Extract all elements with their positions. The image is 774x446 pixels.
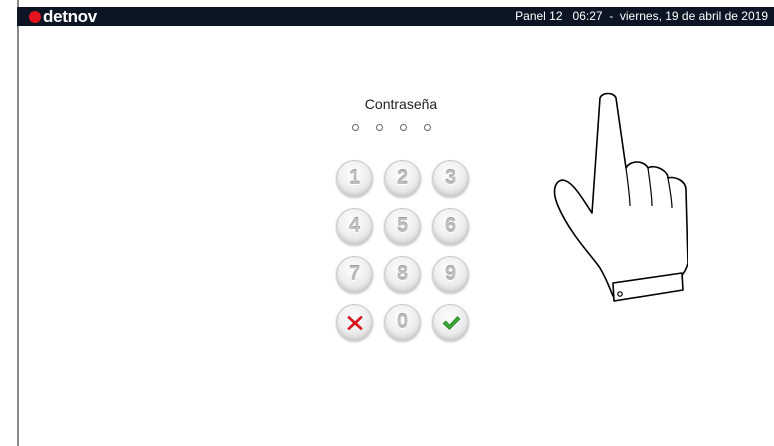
key-8[interactable]: 8 <box>384 256 421 293</box>
pin-indicator <box>352 124 431 131</box>
key-label: 8 <box>396 263 409 285</box>
key-label: 2 <box>396 167 409 189</box>
pin-dot <box>376 124 383 131</box>
confirm-key[interactable] <box>432 304 469 341</box>
key-1[interactable]: 1 <box>336 160 373 197</box>
x-icon <box>346 315 363 330</box>
key-label: 7 <box>348 263 361 285</box>
key-2[interactable]: 2 <box>384 160 421 197</box>
logo-dot-icon <box>29 10 41 23</box>
key-label: 9 <box>444 263 457 285</box>
app-window: detnov Panel 12 06:27 - viernes, 19 de a… <box>0 0 774 446</box>
pin-dot <box>352 124 359 131</box>
key-4[interactable]: 4 <box>336 208 373 245</box>
window-border <box>17 0 19 446</box>
pointing-hand-icon <box>553 92 688 302</box>
key-6[interactable]: 6 <box>432 208 469 245</box>
key-label: 3 <box>444 167 457 189</box>
brand-logo: detnov <box>29 7 97 26</box>
key-label: 1 <box>348 167 361 189</box>
key-label: 5 <box>396 215 409 237</box>
pin-dot <box>400 124 407 131</box>
pin-dot <box>424 124 431 131</box>
password-title: Contraseña <box>364 96 438 112</box>
checkmark-icon <box>442 315 460 330</box>
header-bar: detnov Panel 12 06:27 - viernes, 19 de a… <box>17 7 774 26</box>
key-label: 6 <box>444 215 457 237</box>
key-3[interactable]: 3 <box>432 160 469 197</box>
key-7[interactable]: 7 <box>336 256 373 293</box>
key-9[interactable]: 9 <box>432 256 469 293</box>
key-label: 4 <box>348 215 361 237</box>
cancel-key[interactable] <box>336 304 373 341</box>
key-label: 0 <box>396 311 409 333</box>
key-0[interactable]: 0 <box>384 304 421 341</box>
brand-name: detnov <box>43 7 97 26</box>
key-5[interactable]: 5 <box>384 208 421 245</box>
header-info: Panel 12 06:27 - viernes, 19 de abril de… <box>515 9 768 23</box>
